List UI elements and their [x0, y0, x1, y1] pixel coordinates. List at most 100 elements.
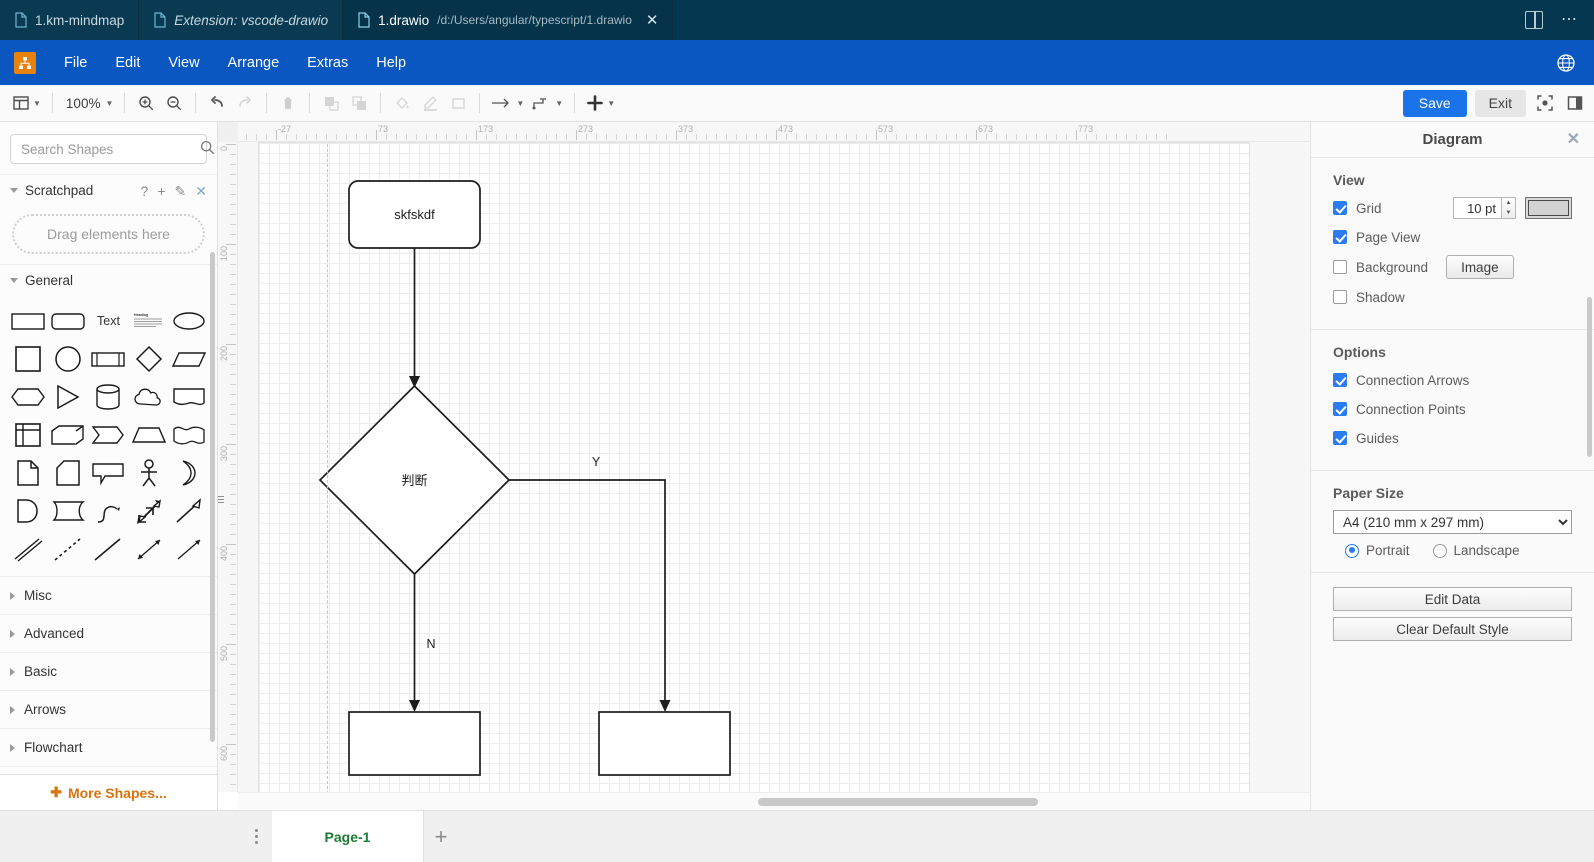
menu-edit[interactable]: Edit [101, 49, 154, 77]
scratchpad-header[interactable]: Scratchpad ? + ✎ ✕ [0, 174, 217, 206]
shape-rectangle[interactable] [8, 302, 48, 340]
shape-single-arrow[interactable] [169, 492, 209, 530]
view-layers-icon[interactable]: ▼ [8, 89, 45, 117]
background-checkbox[interactable] [1333, 260, 1347, 274]
general-section-header[interactable]: General [0, 264, 217, 296]
editor-tab-1-drawio[interactable]: 1.drawio /d:/Users/angular/typescript/1.… [343, 0, 674, 40]
search-shapes-box[interactable] [10, 134, 215, 164]
shape-or[interactable] [169, 454, 209, 492]
panel-resize-grip[interactable] [218, 490, 224, 508]
help-icon[interactable]: ? [141, 184, 149, 198]
background-image-button[interactable]: Image [1446, 255, 1514, 279]
edit-pencil-icon[interactable]: ✎ [175, 184, 187, 198]
split-editor-icon[interactable] [1525, 11, 1543, 29]
clear-default-style-button[interactable]: Clear Default Style [1333, 617, 1572, 641]
globe-icon[interactable] [1556, 53, 1576, 73]
shape-textbox[interactable]: Heading [129, 302, 169, 340]
menu-help[interactable]: Help [362, 49, 420, 77]
paper-size-select[interactable]: A4 (210 mm x 297 mm) [1333, 510, 1572, 534]
shape-document[interactable] [169, 378, 209, 416]
shape-callout[interactable] [88, 454, 128, 492]
grid-checkbox[interactable] [1333, 201, 1347, 215]
shape-directional-arrow[interactable] [169, 530, 209, 568]
add-icon[interactable]: + [157, 184, 165, 198]
menu-file[interactable]: File [50, 49, 101, 77]
page-view-checkbox[interactable] [1333, 230, 1347, 244]
shape-circle[interactable] [48, 340, 88, 378]
grid-color-button[interactable] [1525, 197, 1572, 219]
shape-bidirectional-arrow[interactable] [129, 530, 169, 568]
zoom-dropdown[interactable]: 100% ▼ [60, 89, 117, 117]
search-input[interactable] [19, 140, 200, 158]
sidebar-category-advanced[interactable]: Advanced [0, 615, 217, 653]
close-icon[interactable]: ✕ [195, 184, 207, 198]
page-tab-page-1[interactable]: Page-1 [272, 811, 424, 862]
shape-tape[interactable] [169, 416, 209, 454]
grid-size-spinner[interactable]: ▲ ▼ [1501, 197, 1516, 219]
trash-icon[interactable] [274, 89, 302, 117]
menu-extras[interactable]: Extras [293, 49, 362, 77]
sidebar-category-flowchart[interactable]: Flowchart [0, 729, 217, 767]
shape-diamond[interactable] [129, 340, 169, 378]
spinner-up-icon[interactable]: ▲ [1502, 198, 1515, 208]
search-icon[interactable] [200, 140, 215, 158]
canvas-horizontal-scrollbar[interactable] [238, 792, 1310, 810]
more-actions-icon[interactable]: ⋯ [1561, 12, 1578, 28]
editor-tab-km-mindmap[interactable]: 1.km-mindmap [0, 0, 140, 40]
diagram-page[interactable]: skfskdf 判断 Y N [259, 143, 1249, 792]
save-button[interactable]: Save [1402, 89, 1467, 117]
redo-icon[interactable] [231, 89, 259, 117]
shape-cylinder[interactable] [88, 378, 128, 416]
shapes-panel-scrollbar[interactable] [210, 252, 215, 742]
editor-tab-extension-vscode-drawio[interactable]: Extension: vscode-drawio [139, 0, 344, 40]
arrow-style-icon[interactable]: ▼ [487, 89, 528, 117]
shape-dashed-line[interactable] [48, 530, 88, 568]
close-icon[interactable]: ✕ [1567, 131, 1580, 148]
shape-rounded-rectangle[interactable] [48, 302, 88, 340]
shape-step[interactable] [88, 416, 128, 454]
sidebar-category-basic[interactable]: Basic [0, 653, 217, 691]
edge-style-icon[interactable]: ▼ [528, 89, 567, 117]
bring-to-front-icon[interactable] [317, 89, 345, 117]
canvas-background[interactable]: skfskdf 判断 Y N [238, 142, 1310, 792]
sidebar-category-arrows[interactable]: Arrows [0, 691, 217, 729]
shape-delay[interactable] [8, 492, 48, 530]
shape-outline-icon[interactable] [444, 89, 472, 117]
format-panel-icon[interactable] [1564, 92, 1586, 114]
pen-icon[interactable] [416, 89, 444, 117]
shape-square[interactable] [8, 340, 48, 378]
shape-arrow-curve[interactable] [88, 492, 128, 530]
shape-double-line[interactable] [8, 530, 48, 568]
shape-internal-storage[interactable] [8, 416, 48, 454]
spinner-down-icon[interactable]: ▼ [1502, 208, 1515, 218]
landscape-radio[interactable] [1432, 543, 1447, 558]
shape-cube[interactable] [48, 416, 88, 454]
shape-card[interactable] [48, 454, 88, 492]
shape-display[interactable] [48, 492, 88, 530]
edit-data-button[interactable]: Edit Data [1333, 587, 1572, 611]
shape-cloud[interactable] [129, 378, 169, 416]
sidebar-category-misc[interactable]: Misc [0, 577, 217, 615]
exit-button[interactable]: Exit [1474, 89, 1526, 117]
shape-double-arrow[interactable] [129, 492, 169, 530]
undo-icon[interactable] [203, 89, 231, 117]
portrait-radio[interactable] [1345, 543, 1359, 558]
more-shapes-button[interactable]: ✚ More Shapes... [0, 774, 217, 810]
shape-note[interactable] [8, 454, 48, 492]
page-menu-icon[interactable] [240, 811, 272, 862]
grid-size-input[interactable] [1453, 197, 1501, 219]
diagram-canvas-area[interactable]: skfskdf 判断 Y N -27 73 173 273 373 473 57… [218, 122, 1310, 810]
insert-plus-icon[interactable]: ▼ [582, 89, 619, 117]
zoom-out-icon[interactable] [160, 89, 188, 117]
format-panel-scrollbar[interactable] [1587, 297, 1592, 457]
connection-arrows-checkbox[interactable] [1333, 373, 1347, 387]
scratchpad-dropzone[interactable]: Drag elements here [12, 214, 205, 254]
shape-triangle[interactable] [48, 378, 88, 416]
shape-parallelogram[interactable] [169, 340, 209, 378]
shadow-checkbox[interactable] [1333, 290, 1347, 304]
add-page-button[interactable]: + [424, 811, 458, 862]
menu-arrange[interactable]: Arrange [214, 49, 294, 77]
shape-trapezoid[interactable] [129, 416, 169, 454]
guides-checkbox[interactable] [1333, 431, 1347, 445]
send-to-back-icon[interactable] [345, 89, 373, 117]
